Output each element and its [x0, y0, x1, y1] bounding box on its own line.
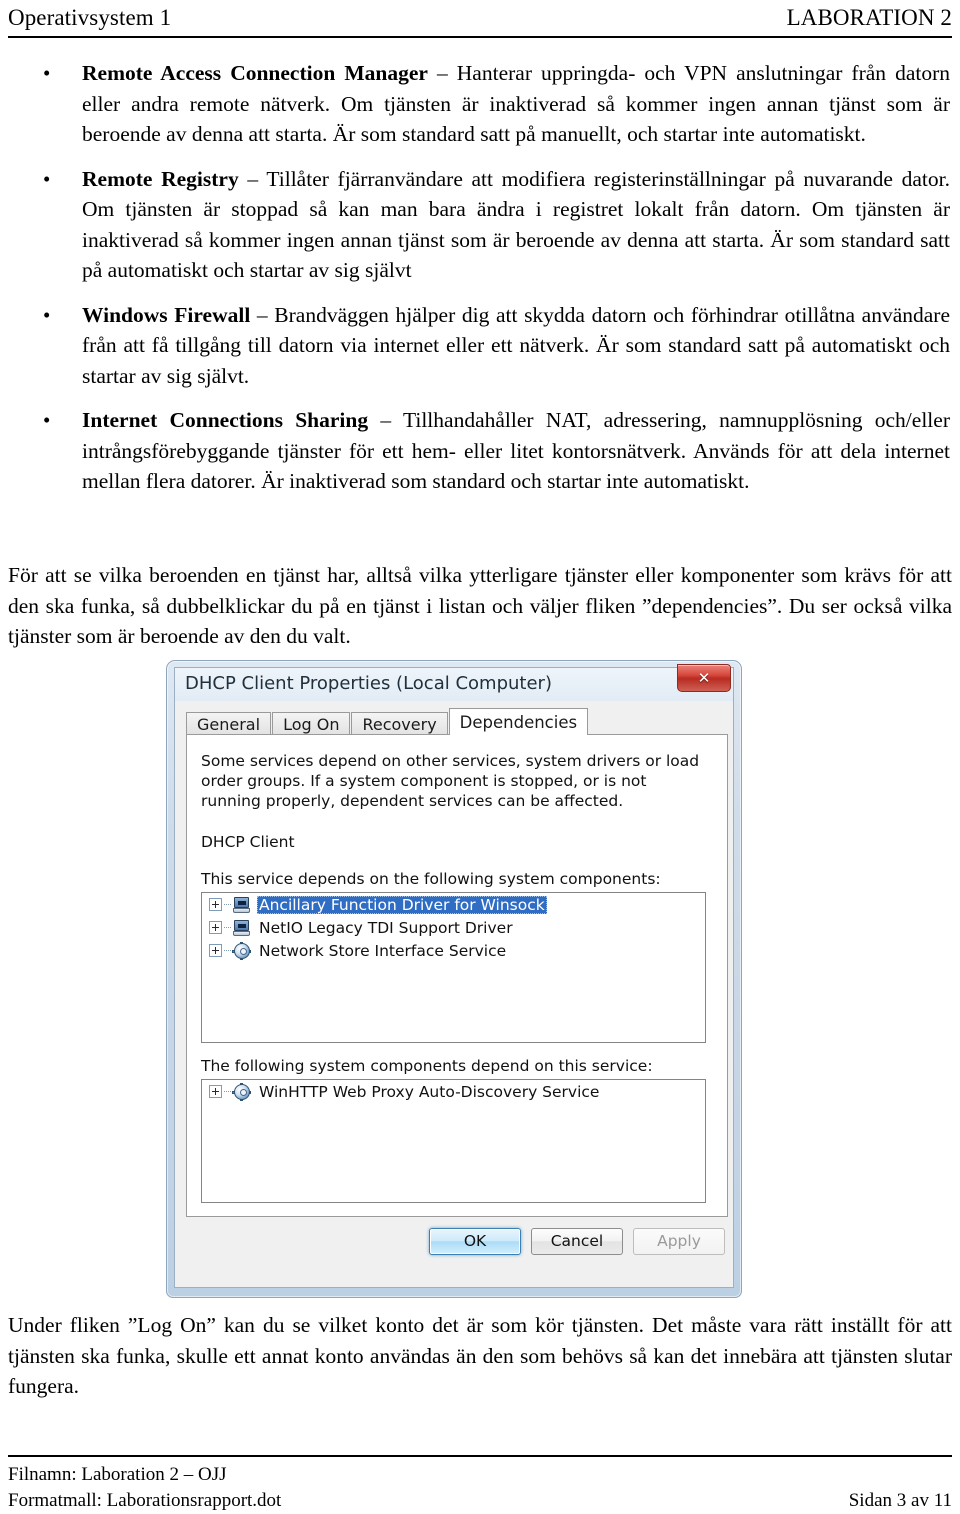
depends-on-label: This service depends on the following sy… [201, 870, 661, 888]
tab-recovery[interactable]: Recovery [351, 712, 448, 735]
tree-item[interactable]: Network Store Interface Service [202, 939, 705, 962]
tree-item-label: Ancillary Function Driver for Winsock [257, 895, 547, 914]
dialog-title: DHCP Client Properties (Local Computer) [185, 673, 552, 694]
tree-connector-line [224, 1090, 231, 1093]
ok-button[interactable]: OK [429, 1227, 521, 1255]
dialog-title-bar: DHCP Client Properties (Local Computer) … [175, 664, 733, 701]
tab-dependencies[interactable]: Dependencies [448, 708, 589, 735]
tree-connector-line [224, 949, 231, 952]
tree-item[interactable]: WinHTTP Web Proxy Auto-Discovery Service [202, 1080, 705, 1103]
service-dash: – [368, 408, 403, 432]
tree-item-label: NetIO Legacy TDI Support Driver [259, 918, 513, 937]
intro-paragraph: För att se vilka beroenden en tjänst har… [8, 563, 952, 648]
bullet-point-icon: • [43, 408, 51, 432]
list-item: • Remote Access Connection Manager – Han… [0, 58, 960, 150]
service-term: Remote Registry [82, 166, 239, 191]
service-term: Internet Connections Sharing [82, 408, 369, 432]
dialog-button-row: OK Cancel Apply [186, 1224, 728, 1258]
tab-log-on[interactable]: Log On [272, 712, 351, 735]
tree-connector-line [224, 926, 231, 929]
cancel-button[interactable]: Cancel [531, 1227, 623, 1255]
service-name-label: DHCP Client [201, 833, 295, 851]
footer-row-template: Formatmall: Laborationsrapport.dot Sidan… [8, 1488, 952, 1514]
tree-item-label: Network Store Interface Service [259, 941, 507, 960]
header-document-title: LABORATION 2 [786, 5, 952, 30]
document-body: • Remote Access Connection Manager – Han… [0, 58, 960, 511]
apply-button: Apply [633, 1227, 725, 1255]
tree-connector-line [224, 903, 231, 906]
footer-template: Formatmall: Laborationsrapport.dot [8, 1490, 282, 1511]
dependencies-description: Some services depend on other services, … [201, 752, 700, 810]
close-icon[interactable]: ✕ [677, 664, 731, 692]
service-bullet-list: • Remote Access Connection Manager – Han… [0, 58, 960, 497]
footer-divider [8, 1455, 952, 1457]
tree-item-label: WinHTTP Web Proxy Auto-Discovery Service [259, 1082, 600, 1101]
expand-plus-icon[interactable] [209, 921, 222, 934]
footer-row-filename: Filnamn: Laboration 2 – OJJ [8, 1462, 952, 1488]
footer-filename: Filnamn: Laboration 2 – OJJ [8, 1464, 227, 1485]
computer-icon [232, 919, 252, 937]
dialog-tab-strip: General Log On Recovery Dependencies [186, 708, 728, 735]
page-footer: Filnamn: Laboration 2 – OJJ Formatmall: … [8, 1462, 952, 1514]
footer-page-number: Sidan 3 av 11 [848, 1490, 952, 1511]
service-dash: – [238, 166, 267, 191]
tree-item[interactable]: Ancillary Function Driver for Winsock [202, 893, 705, 916]
dhcp-client-properties-dialog: DHCP Client Properties (Local Computer) … [166, 660, 742, 1298]
dependents-label: The following system components depend o… [201, 1057, 653, 1075]
tab-general[interactable]: General [186, 712, 272, 735]
computer-icon [232, 896, 252, 914]
header-divider [8, 36, 952, 38]
dependents-listbox[interactable]: WinHTTP Web Proxy Auto-Discovery Service [201, 1079, 706, 1203]
header-course-title: Operativsystem 1 [8, 5, 172, 30]
list-item: • Remote Registry – Tillåter fjärranvänd… [0, 164, 960, 286]
expand-plus-icon[interactable] [209, 898, 222, 911]
service-dash: – [250, 302, 275, 327]
list-item: • Internet Connections Sharing – Tillhan… [0, 405, 960, 497]
page-header: Operativsystem 1 LABORATION 2 [8, 4, 952, 32]
dialog-inner-frame: DHCP Client Properties (Local Computer) … [174, 664, 734, 1288]
gear-icon [232, 1082, 252, 1101]
bullet-point-icon: • [43, 61, 51, 85]
service-term: Remote Access Connection Manager [82, 61, 428, 85]
list-item: • Windows Firewall – Brandväggen hjälper… [0, 300, 960, 392]
depends-on-listbox[interactable]: Ancillary Function Driver for Winsock Ne… [201, 892, 706, 1043]
service-dash: – [427, 61, 457, 85]
tree-item[interactable]: NetIO Legacy TDI Support Driver [202, 916, 705, 939]
outro-paragraph: Under fliken ”Log On” kan du se vilket k… [8, 1313, 952, 1398]
expand-plus-icon[interactable] [209, 1085, 222, 1098]
gear-icon [232, 941, 252, 960]
expand-plus-icon[interactable] [209, 944, 222, 957]
service-term: Windows Firewall [82, 302, 251, 327]
bullet-point-icon: • [43, 302, 51, 327]
dependencies-tab-panel: Some services depend on other services, … [186, 734, 728, 1217]
bullet-point-icon: • [43, 166, 51, 191]
